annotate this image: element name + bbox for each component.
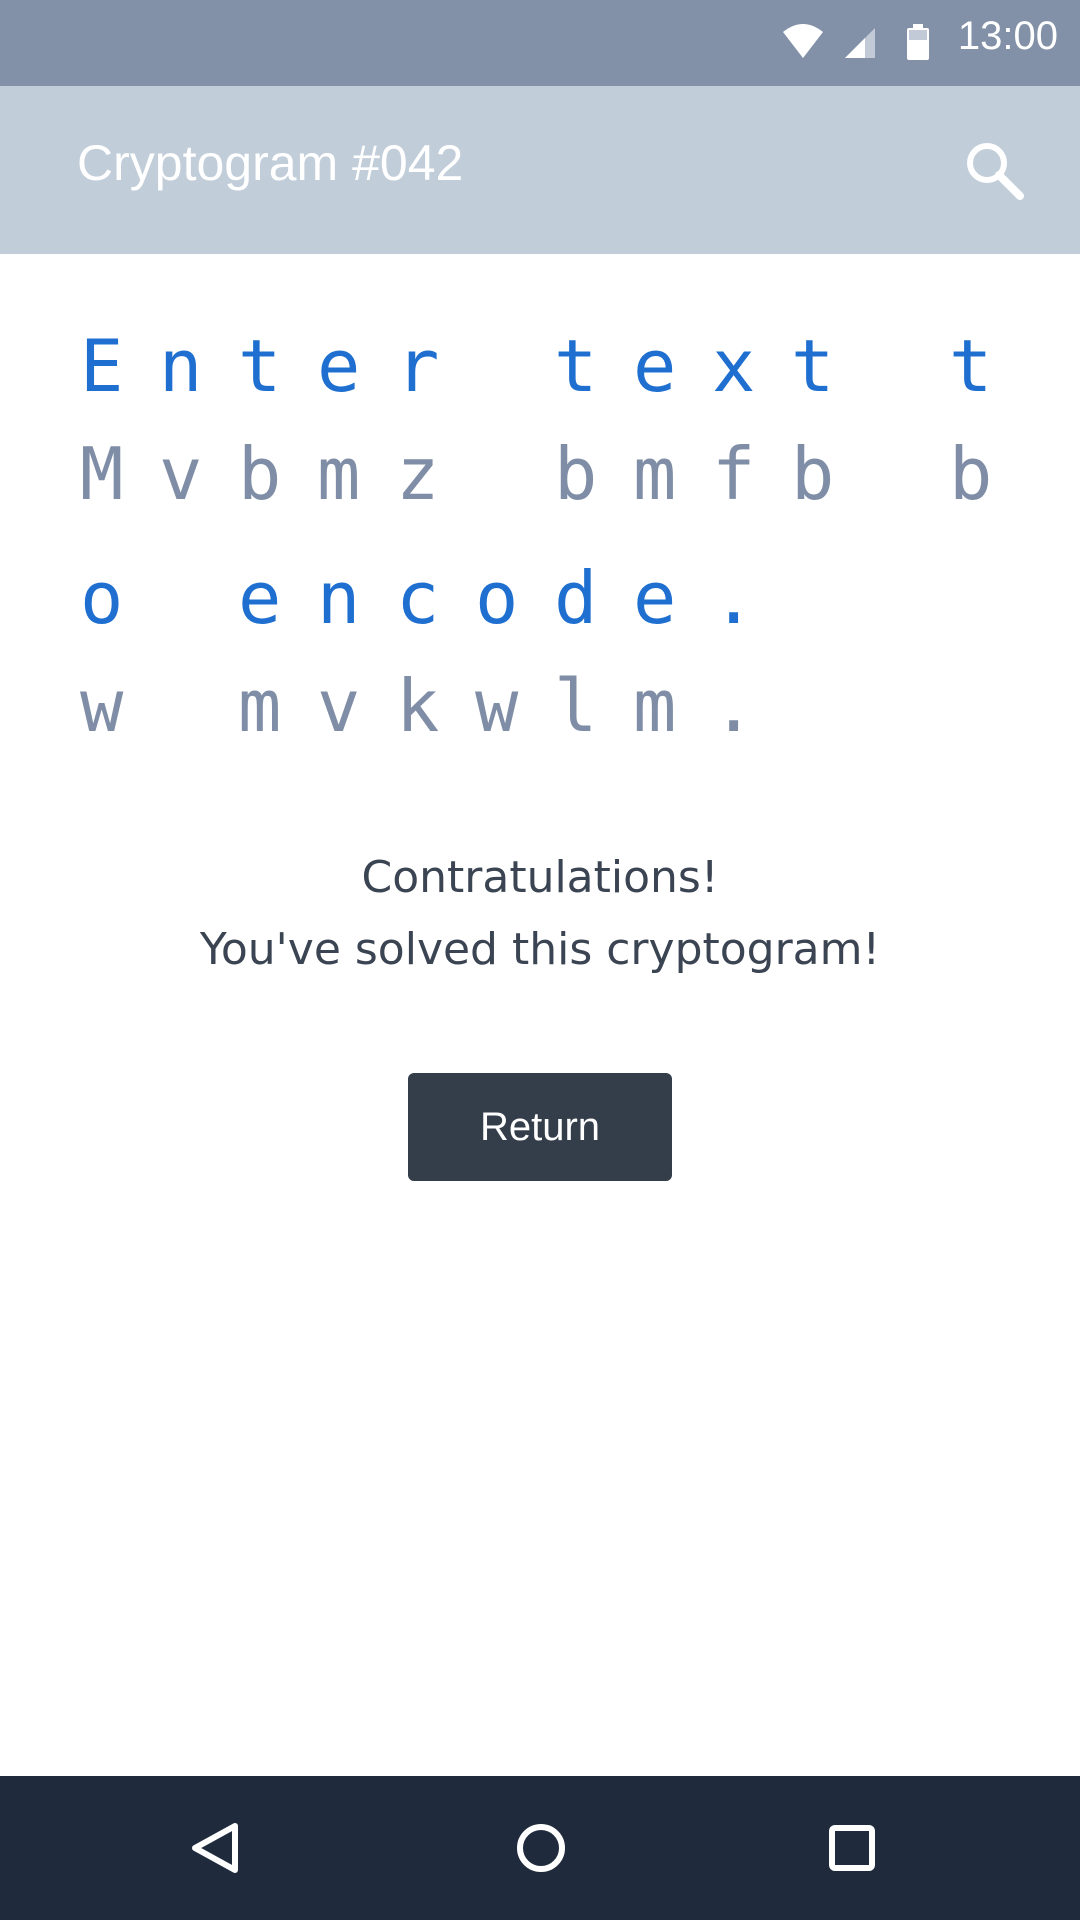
plain-letter[interactable]: E <box>80 330 140 402</box>
home-button[interactable] <box>491 1798 591 1898</box>
plain-letter: . <box>712 556 756 640</box>
cipher-letter: l <box>554 664 598 748</box>
plain-letter[interactable]: o <box>475 562 535 634</box>
return-button[interactable]: Return <box>408 1073 672 1181</box>
cipher-letter: m <box>317 432 361 516</box>
plain-letter[interactable]: t <box>238 330 298 402</box>
plain-letter[interactable]: t <box>791 330 851 402</box>
search-icon <box>967 143 1024 200</box>
puzzle-line: o e n c o d e . w m v k w l m . <box>80 562 1020 794</box>
plain-letter[interactable]: d <box>554 562 614 634</box>
back-icon <box>192 1823 238 1873</box>
success-subtext: You've solved this cryptogram! <box>199 924 881 975</box>
back-button[interactable] <box>167 1798 267 1898</box>
cipher-letter: m <box>633 432 677 516</box>
cipher-letter: M <box>80 432 124 516</box>
status-bar: 13:00 <box>0 0 1080 86</box>
cipher-letter: b <box>949 432 993 516</box>
success-message: Contratulations! You've solved this cryp… <box>0 842 1080 986</box>
app-bar: Cryptogram #042 <box>0 86 1080 254</box>
recents-icon <box>829 1825 875 1871</box>
puzzle-line: E n t e r t e x t t M v b m z b m f b b <box>80 330 1020 562</box>
plain-letter[interactable]: n <box>159 330 219 402</box>
plain-letter[interactable]: e <box>633 330 693 402</box>
plain-letter[interactable]: t <box>554 330 614 402</box>
page-title: Cryptogram #042 <box>77 135 464 191</box>
cipher-letter: m <box>238 664 282 748</box>
system-nav-bar <box>0 1776 1080 1920</box>
recents-button[interactable] <box>802 1798 902 1898</box>
status-clock: 13:00 <box>957 14 1058 58</box>
success-heading: Contratulations! <box>361 852 719 903</box>
cipher-letter: m <box>633 664 677 748</box>
cipher-letter: v <box>317 664 361 748</box>
search-button[interactable] <box>960 136 1030 206</box>
battery-icon <box>907 24 929 60</box>
cryptogram-puzzle: E n t e r t e x t t M v b m z b m f b b … <box>80 330 1020 794</box>
cipher-letter: w <box>80 664 124 748</box>
cipher-letter: f <box>712 432 756 516</box>
wifi-icon <box>783 24 823 58</box>
cell-signal-icon <box>845 28 875 58</box>
screen: 13:00 Cryptogram #042 E n t e r t e x t … <box>0 0 1080 1920</box>
cipher-letter: b <box>238 432 282 516</box>
plain-letter[interactable]: e <box>238 562 298 634</box>
plain-letter[interactable]: e <box>317 330 377 402</box>
cipher-letter: k <box>396 664 440 748</box>
cipher-letter: . <box>712 664 756 748</box>
plain-letter[interactable]: n <box>317 562 377 634</box>
plain-letter[interactable]: c <box>396 562 456 634</box>
plain-letter[interactable]: o <box>80 562 140 634</box>
plain-letter[interactable]: t <box>949 330 1009 402</box>
cipher-letter: b <box>791 432 835 516</box>
cipher-letter: v <box>159 432 203 516</box>
cipher-letter: z <box>396 432 440 516</box>
home-icon <box>517 1824 565 1872</box>
cipher-letter: b <box>554 432 598 516</box>
plain-letter[interactable]: e <box>633 562 693 634</box>
plain-letter[interactable]: x <box>712 330 772 402</box>
plain-letter[interactable]: r <box>396 330 456 402</box>
cipher-letter: w <box>475 664 519 748</box>
